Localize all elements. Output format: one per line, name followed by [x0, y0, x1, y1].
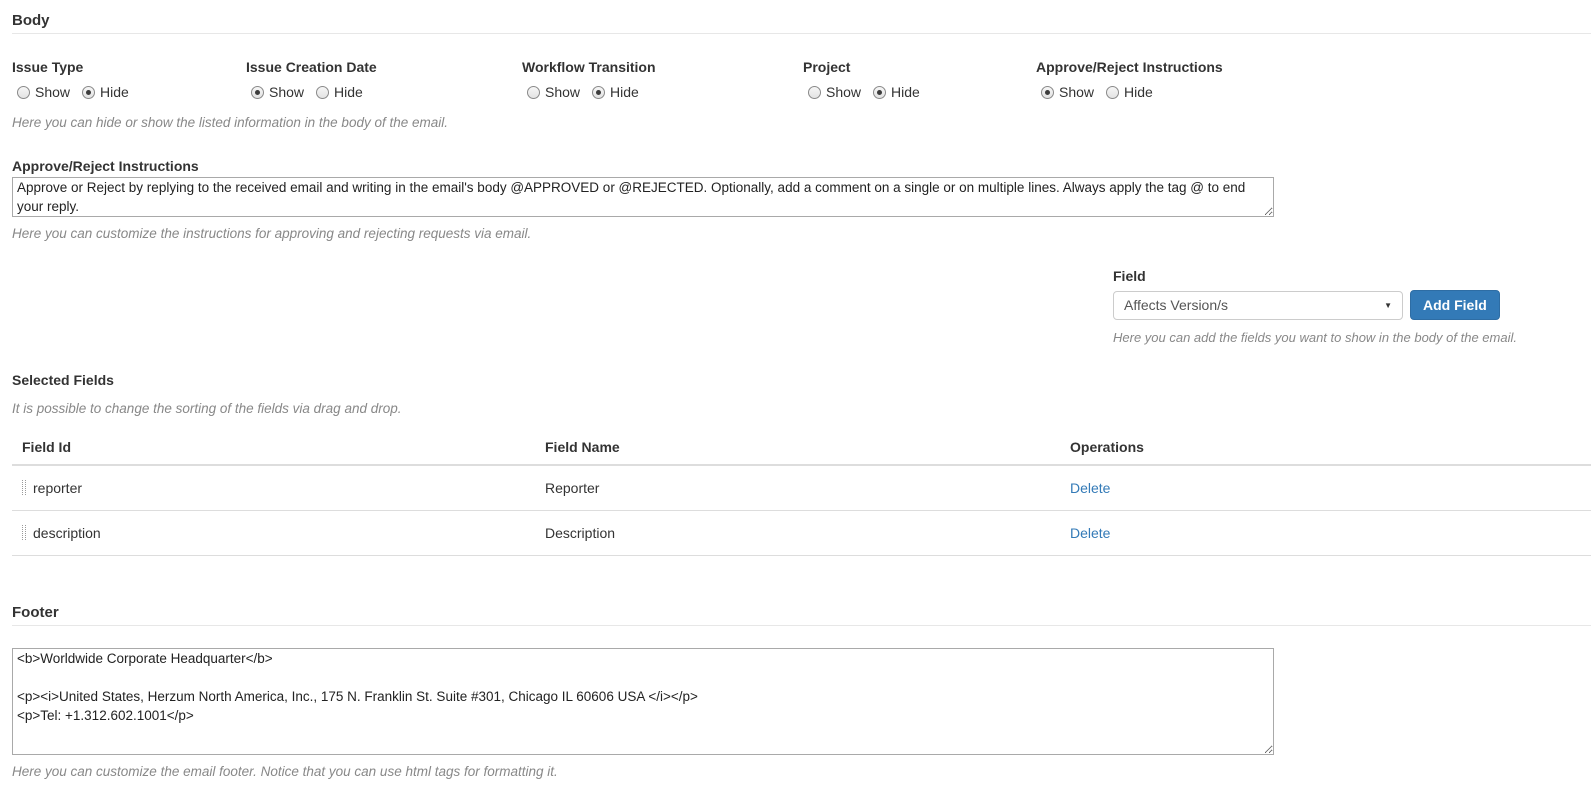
section-title-footer: Footer — [12, 604, 1591, 621]
radio-option-show[interactable]: Show — [251, 84, 304, 100]
radio-show-label: Show — [269, 84, 304, 100]
radio-line: Show Hide — [12, 84, 246, 100]
radio-option-hide[interactable]: Hide — [592, 84, 639, 100]
radio-show-label: Show — [826, 84, 861, 100]
visibility-group-approve-reject-instructions: Approve/Reject Instructions Show Hide — [1036, 59, 1223, 100]
selected-fields-title: Selected Fields — [12, 372, 1591, 388]
body-visibility-options: Issue TypeShowHideIssue Creation DateSho… — [12, 59, 1591, 100]
field-select[interactable]: Affects Version/s ▼ — [1113, 291, 1403, 320]
visibility-group-label: Workflow Transition — [522, 59, 803, 75]
radio-line: Show Hide — [1036, 84, 1223, 100]
visibility-group-issue-creation-date: Issue Creation Date Show Hide — [246, 59, 522, 100]
table-header-row: Field Id Field Name Operations — [12, 429, 1591, 465]
field-id-value: reporter — [33, 480, 82, 496]
field-select-label: Field — [1113, 268, 1543, 284]
footer-section-divider — [12, 625, 1591, 626]
instructions-block: Approve/Reject Instructions Approve or R… — [12, 158, 1591, 241]
radio-hide-label: Hide — [891, 84, 920, 100]
radio-hide-icon[interactable] — [592, 86, 605, 99]
radio-hide-label: Hide — [100, 84, 129, 100]
caret-down-icon: ▼ — [1384, 301, 1392, 310]
add-field-row: Affects Version/s ▼ Add Field — [1113, 290, 1543, 320]
section-title-body: Body — [12, 12, 1591, 29]
footer-textarea[interactable]: <b>Worldwide Corporate Headquarter</b> <… — [12, 648, 1274, 755]
operations-cell: Delete — [1060, 465, 1591, 511]
add-field-help-text: Here you can add the fields you want to … — [1113, 330, 1543, 345]
radio-show-icon[interactable] — [527, 86, 540, 99]
radio-hide-label: Hide — [334, 84, 363, 100]
radio-show-icon[interactable] — [17, 86, 30, 99]
visibility-group-label: Issue Type — [12, 59, 246, 75]
radio-show-icon[interactable] — [251, 86, 264, 99]
column-header-operations: Operations — [1060, 429, 1591, 465]
radio-hide-icon[interactable] — [316, 86, 329, 99]
radio-option-hide[interactable]: Hide — [316, 84, 363, 100]
column-header-field-name: Field Name — [535, 429, 1060, 465]
table-row: reporter Reporter Delete — [12, 465, 1591, 511]
radio-line: Show Hide — [522, 84, 803, 100]
instructions-help-text: Here you can customize the instructions … — [12, 226, 1591, 241]
visibility-group-issue-type: Issue Type Show Hide — [12, 59, 246, 100]
field-id-cell: description — [12, 511, 535, 556]
radio-line: Show Hide — [246, 84, 522, 100]
table-row: description Description Delete — [12, 511, 1591, 556]
radio-show-label: Show — [35, 84, 70, 100]
field-name-cell: Description — [535, 511, 1060, 556]
visibility-group-label: Approve/Reject Instructions — [1036, 59, 1223, 75]
field-id-cell: reporter — [12, 465, 535, 511]
visibility-group-project: Project Show Hide — [803, 59, 1036, 100]
radio-show-label: Show — [1059, 84, 1094, 100]
radio-option-hide[interactable]: Hide — [873, 84, 920, 100]
sorting-help-text: It is possible to change the sorting of … — [12, 401, 1591, 416]
radio-show-label: Show — [545, 84, 580, 100]
field-id-value: description — [33, 525, 101, 541]
radio-line: Show Hide — [803, 84, 1036, 100]
radio-option-show[interactable]: Show — [17, 84, 70, 100]
visibility-group-label: Project — [803, 59, 1036, 75]
selected-fields-table: Field Id Field Name Operations reporter R… — [12, 429, 1591, 556]
delete-link[interactable]: Delete — [1070, 525, 1110, 541]
radio-hide-icon[interactable] — [873, 86, 886, 99]
field-name-cell: Reporter — [535, 465, 1060, 511]
add-field-block: Field Affects Version/s ▼ Add Field Here… — [1113, 268, 1543, 345]
field-select-value: Affects Version/s — [1124, 297, 1228, 313]
visibility-help-text: Here you can hide or show the listed inf… — [12, 115, 1591, 130]
drag-handle-icon[interactable] — [22, 525, 26, 540]
radio-hide-label: Hide — [1124, 84, 1153, 100]
email-body-settings-page: Body Issue TypeShowHideIssue Creation Da… — [0, 0, 1591, 791]
radio-hide-icon[interactable] — [1106, 86, 1119, 99]
radio-option-hide[interactable]: Hide — [1106, 84, 1153, 100]
instructions-label: Approve/Reject Instructions — [12, 158, 1591, 174]
footer-help-text: Here you can customize the email footer.… — [12, 764, 1591, 779]
visibility-group-workflow-transition: Workflow Transition Show Hide — [522, 59, 803, 100]
add-field-button[interactable]: Add Field — [1410, 290, 1500, 320]
column-header-field-id: Field Id — [12, 429, 535, 465]
body-section-divider — [12, 33, 1591, 34]
radio-hide-label: Hide — [610, 84, 639, 100]
visibility-group-label: Issue Creation Date — [246, 59, 522, 75]
radio-option-hide[interactable]: Hide — [82, 84, 129, 100]
operations-cell: Delete — [1060, 511, 1591, 556]
footer-section: Footer <b>Worldwide Corporate Headquarte… — [12, 604, 1591, 779]
instructions-textarea[interactable]: Approve or Reject by replying to the rec… — [12, 177, 1274, 217]
drag-handle-icon[interactable] — [22, 480, 26, 495]
radio-hide-icon[interactable] — [82, 86, 95, 99]
radio-option-show[interactable]: Show — [808, 84, 861, 100]
radio-show-icon[interactable] — [1041, 86, 1054, 99]
delete-link[interactable]: Delete — [1070, 480, 1110, 496]
radio-option-show[interactable]: Show — [527, 84, 580, 100]
radio-option-show[interactable]: Show — [1041, 84, 1094, 100]
radio-show-icon[interactable] — [808, 86, 821, 99]
